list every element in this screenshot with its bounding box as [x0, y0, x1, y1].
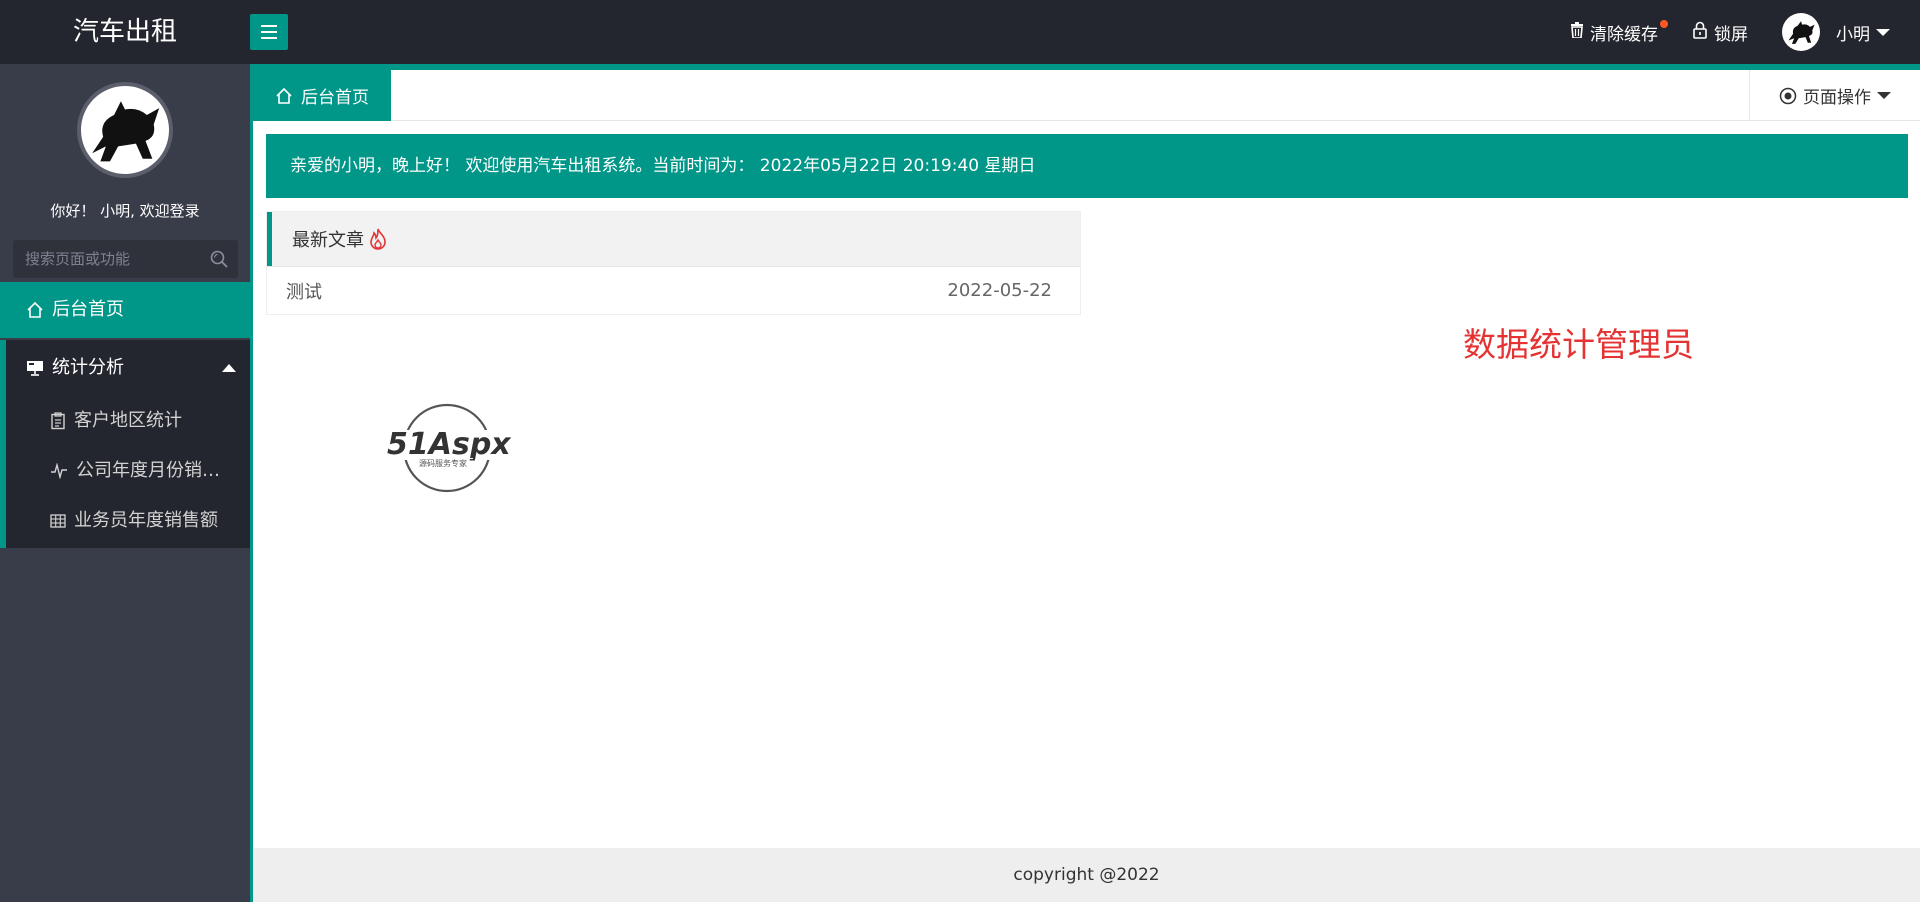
lock-screen-label: 锁屏 [1714, 24, 1748, 45]
brand-logo: 51Aspx 源码服务专家 [385, 400, 515, 496]
sidebar-item-home[interactable]: 后台首页 [0, 282, 250, 338]
home-icon [275, 87, 293, 105]
top-header: 汽车出租 清除缓存 锁屏 小明 [0, 0, 1920, 64]
lock-screen-button[interactable]: 锁屏 [1692, 20, 1748, 45]
footer: copyright @2022 [253, 848, 1920, 902]
sidebar-border [250, 70, 253, 902]
sidebar-item-label: 后台首页 [52, 299, 124, 320]
sidebar-subitem-label: 公司年度月份销售额 [76, 460, 226, 481]
tab-label: 后台首页 [301, 88, 369, 108]
welcome-text: 你好！ 小明, 欢迎登录 [50, 202, 200, 220]
home-icon [26, 301, 44, 319]
sidebar-subitem-label: 客户地区统计 [74, 410, 182, 431]
chevron-down-icon [1876, 28, 1890, 36]
clear-cache-label: 清除缓存 [1590, 24, 1658, 45]
user-menu[interactable]: 小明 [1782, 13, 1890, 51]
tab-bar: 后台首页 页面操作 [253, 70, 1920, 121]
app-logo[interactable]: 汽车出租 [0, 0, 250, 64]
sidebar-subitem-staff-sales[interactable]: 业务员年度销售额 [6, 496, 250, 546]
articles-title: 最新文章 [292, 230, 364, 251]
page-operations-dropdown[interactable]: 页面操作 [1749, 70, 1920, 121]
pulse-icon [50, 463, 68, 479]
sidebar-item-label: 统计分析 [52, 357, 124, 378]
hamburger-icon [261, 25, 277, 27]
clear-cache-button[interactable]: 清除缓存 [1570, 19, 1668, 45]
radio-dot-icon [1779, 87, 1797, 105]
notification-dot [1660, 19, 1668, 28]
sidebar-avatar [77, 82, 173, 178]
sidebar: 你好！ 小明, 欢迎登录 后台首页 统计分析 客户地区统计 公司年度 [0, 64, 250, 902]
chevron-up-icon [222, 364, 236, 372]
brand-name: 51Aspx [387, 427, 512, 462]
article-date: 2022-05-22 [947, 280, 1052, 301]
user-avatar [1782, 13, 1820, 51]
page-operations-label: 页面操作 [1803, 88, 1871, 108]
greeting-banner: 亲爱的小明，晚上好！ 欢迎使用汽车出租系统。当前时间为： 2022年05月22日… [266, 134, 1908, 198]
chevron-down-icon [1877, 92, 1891, 99]
trash-icon [1570, 21, 1584, 43]
menu-toggle-button[interactable] [250, 14, 288, 50]
search-input[interactable] [13, 240, 193, 278]
user-name: 小明 [1836, 24, 1870, 45]
table-icon [50, 514, 66, 528]
articles-header: 最新文章 [267, 212, 1080, 266]
stats-admin-title: 数据统计管理员 [1463, 325, 1694, 364]
lock-icon [1692, 21, 1708, 44]
tab-home[interactable]: 后台首页 [253, 70, 391, 121]
sidebar-subitem-label: 业务员年度销售额 [74, 510, 218, 531]
search-icon[interactable] [210, 250, 228, 272]
sidebar-search [13, 240, 238, 278]
presentation-icon [26, 360, 44, 376]
article-row[interactable]: 测试 2022-05-22 [267, 266, 1080, 314]
fire-icon [368, 228, 388, 250]
sidebar-subitem-monthly-sales[interactable]: 公司年度月份销售额 [6, 446, 250, 496]
article-title[interactable]: 测试 [286, 278, 322, 304]
sidebar-item-stats[interactable]: 统计分析 [0, 340, 250, 396]
clipboard-icon [50, 412, 66, 430]
header-actions: 清除缓存 锁屏 小明 [1570, 0, 1920, 64]
latest-articles-panel: 最新文章 测试 2022-05-22 [266, 211, 1081, 315]
sidebar-subitem-region-stats[interactable]: 客户地区统计 [6, 396, 250, 446]
brand-tagline: 源码服务专家 [419, 458, 467, 468]
stats-submenu: 客户地区统计 公司年度月份销售额 业务员年度销售额 [0, 396, 250, 548]
